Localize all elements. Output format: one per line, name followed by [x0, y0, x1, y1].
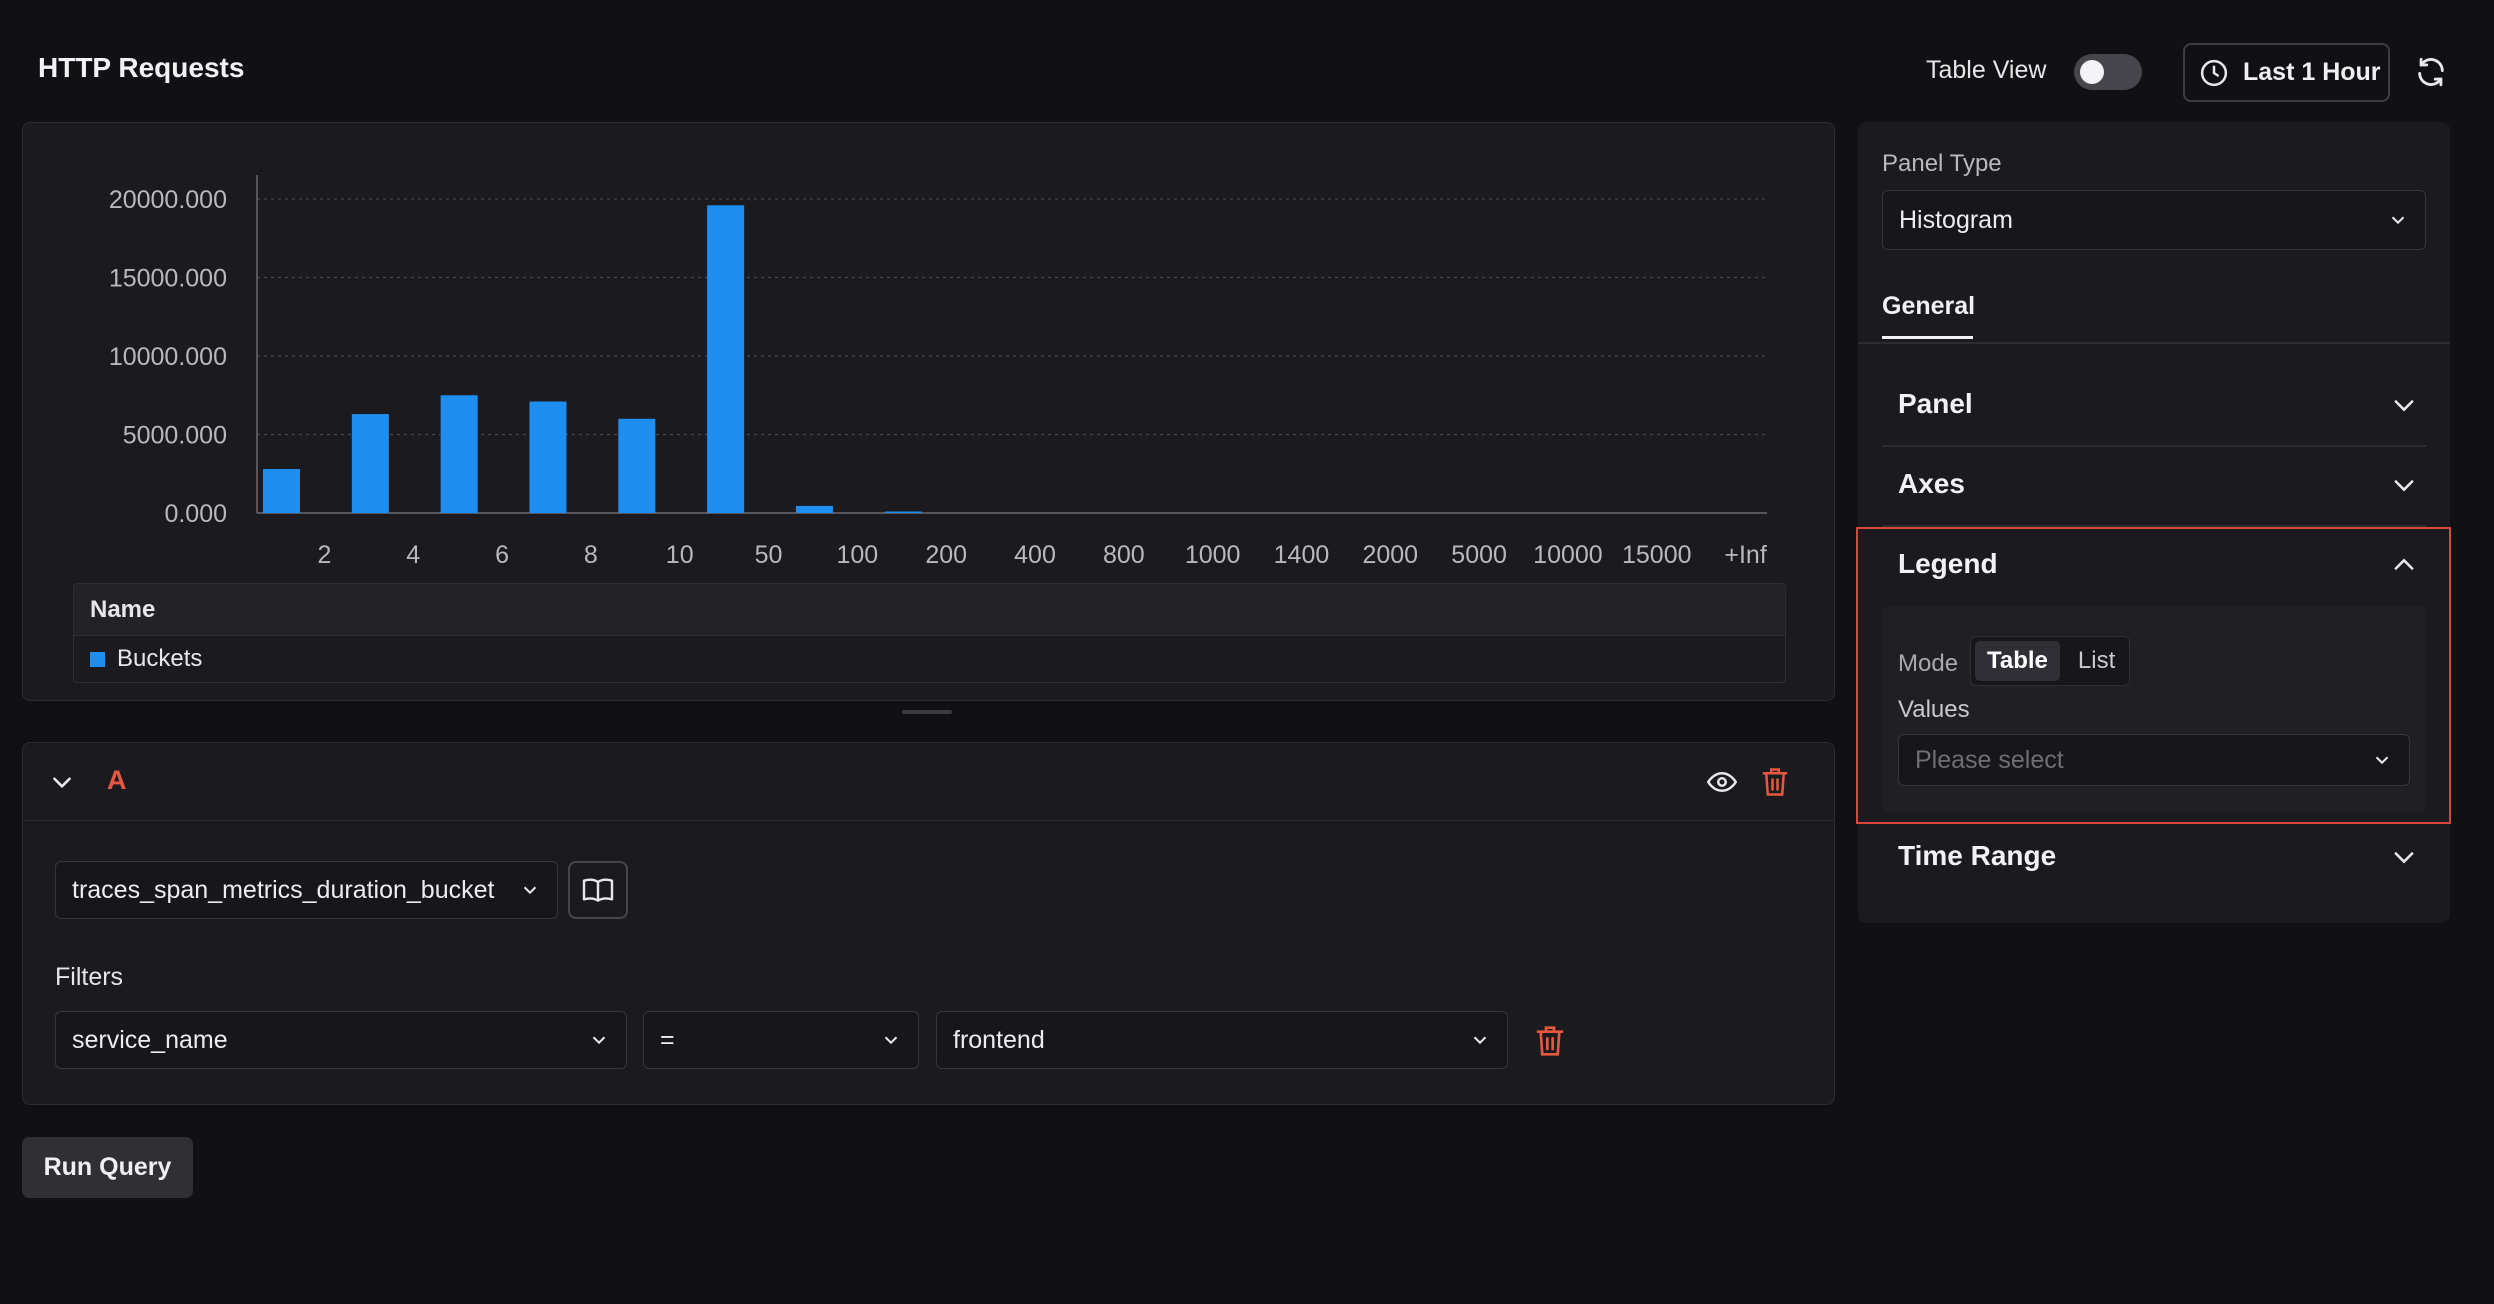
- x-tick-label: 8: [584, 541, 598, 569]
- y-tick-label: 20000.000: [109, 186, 227, 214]
- histogram-bar: [795, 505, 833, 513]
- legend-header: Name: [74, 584, 1785, 636]
- run-query-button[interactable]: Run Query: [22, 1137, 193, 1198]
- x-tick-label: +Inf: [1724, 541, 1766, 569]
- active-tab-indicator: [1882, 336, 1973, 339]
- x-tick-label: 4: [406, 541, 420, 569]
- histogram-bar: [440, 395, 478, 513]
- book-icon: [582, 878, 614, 902]
- chart-legend: Name Buckets: [73, 583, 1786, 683]
- section-axes-title[interactable]: Axes: [1898, 468, 1965, 500]
- x-tick-label: 50: [755, 541, 783, 569]
- x-tick-label: 10000: [1533, 541, 1603, 569]
- resize-handle[interactable]: [902, 710, 952, 714]
- section-time-range-title[interactable]: Time Range: [1898, 840, 2056, 872]
- legend-section-highlight: [1856, 527, 2451, 824]
- query-label: A: [107, 765, 127, 795]
- section-panel-title[interactable]: Panel: [1898, 388, 1973, 420]
- metric-select-value: traces_span_metrics_duration_bucket: [72, 875, 495, 904]
- x-tick-label: 10: [666, 541, 694, 569]
- query-header: A: [23, 743, 1834, 821]
- legend-item-label: Buckets: [117, 645, 203, 672]
- histogram-bar: [884, 511, 922, 513]
- histogram-bar: [263, 469, 300, 513]
- time-range-label: Last 1 Hour: [2243, 58, 2381, 86]
- filter-operator-value: =: [660, 1025, 675, 1054]
- x-tick-label: 800: [1103, 541, 1145, 569]
- chevron-down-icon[interactable]: [2390, 471, 2418, 499]
- histogram-chart: 0.000 5000.000 10000.000 15000.000 20000.000…: [109, 175, 1767, 569]
- filter-value-value: frontend: [953, 1025, 1045, 1054]
- histogram-bar: [351, 414, 389, 513]
- x-tick-label: 200: [925, 541, 967, 569]
- x-tick-label: 400: [1014, 541, 1056, 569]
- legend-item-buckets[interactable]: Buckets: [74, 636, 1785, 673]
- toggle-knob: [2080, 60, 2104, 84]
- chevron-down-icon: [1473, 1036, 1487, 1045]
- chevron-down-icon: [2391, 216, 2405, 225]
- y-tick-label: 10000.000: [109, 343, 227, 371]
- filters-label: Filters: [55, 963, 124, 991]
- section-divider: [1882, 445, 2426, 447]
- legend-swatch: [90, 651, 105, 667]
- filter-value-select[interactable]: frontend: [936, 1011, 1508, 1069]
- y-tick-label: 15000.000: [109, 265, 227, 293]
- x-tick-label: 5000: [1451, 541, 1507, 569]
- eye-icon[interactable]: [1707, 769, 1737, 795]
- chevron-down-icon[interactable]: [2390, 843, 2418, 871]
- table-view-label: Table View: [1926, 56, 2047, 84]
- tab-divider: [1858, 342, 2450, 344]
- panel-type-label: Panel Type: [1882, 150, 2002, 177]
- chart-panel: 0.000 5000.000 10000.000 15000.000 20000.000…: [22, 122, 1835, 701]
- x-tick-label: 1000: [1185, 541, 1241, 569]
- chevron-down-icon: [523, 886, 537, 895]
- y-tick-label: 5000.000: [123, 422, 227, 450]
- query-panel: A traces_span_metrics_duration_bucket Fi…: [22, 742, 1835, 1105]
- tab-general[interactable]: General: [1882, 292, 1975, 321]
- clock-icon: [2200, 59, 2228, 86]
- chevron-down-icon[interactable]: [49, 769, 75, 795]
- y-tick-label: 0.000: [164, 500, 227, 528]
- panel-type-value: Histogram: [1899, 205, 2013, 234]
- trash-icon[interactable]: [1761, 767, 1789, 797]
- histogram-bar: [618, 418, 656, 513]
- x-tick-label: 2000: [1362, 541, 1418, 569]
- filter-key-select[interactable]: service_name: [55, 1011, 627, 1069]
- page-title: HTTP Requests: [38, 52, 245, 83]
- x-tick-label: 6: [495, 541, 509, 569]
- x-tick-label: 15000: [1622, 541, 1692, 569]
- panel-type-select[interactable]: Histogram: [1882, 190, 2426, 250]
- time-range-button[interactable]: Last 1 Hour: [2183, 43, 2390, 102]
- filter-key-value: service_name: [72, 1025, 228, 1054]
- chevron-down-icon[interactable]: [2390, 391, 2418, 419]
- x-tick-label: 100: [836, 541, 878, 569]
- histogram-bar: [529, 401, 567, 513]
- metric-select[interactable]: traces_span_metrics_duration_bucket: [55, 861, 558, 919]
- x-tick-label: 2: [317, 541, 331, 569]
- refresh-icon[interactable]: [2414, 55, 2448, 89]
- metrics-browser-button[interactable]: [568, 861, 628, 919]
- trash-icon[interactable]: [1535, 1025, 1565, 1057]
- chevron-down-icon: [592, 1036, 606, 1045]
- chevron-down-icon: [884, 1036, 898, 1045]
- filter-operator-select[interactable]: =: [643, 1011, 919, 1069]
- histogram-bar: [707, 205, 745, 513]
- table-view-toggle[interactable]: [2074, 54, 2142, 90]
- x-tick-label: 1400: [1274, 541, 1330, 569]
